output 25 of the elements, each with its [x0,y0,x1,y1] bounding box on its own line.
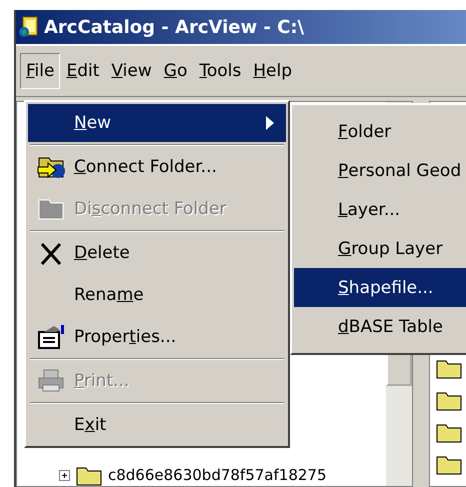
menu-bar-item[interactable]: Help [247,53,298,89]
tree-item[interactable]: c8d66e8630bd78f57af18275 [108,466,326,484]
menu-bar-item[interactable]: View [105,53,158,89]
window-title: ArcCatalog - ArcView - C:\ [44,16,304,38]
menu-bar-item[interactable]: Go [158,53,194,89]
menu-bar-item[interactable]: Tools [193,53,248,89]
menu-item[interactable]: dBASE Table [294,307,466,346]
menu-bar-item[interactable]: File [20,53,60,89]
submenu-arrow-icon [266,116,274,130]
menu-item[interactable]: Delete [28,234,286,272]
menu-item[interactable]: Group Layer [294,229,466,268]
menu-item[interactable]: Exit [28,406,286,444]
menu-item[interactable]: Shapefile... [294,268,466,307]
menu-item[interactable]: Properties... [28,318,286,356]
properties-icon [36,324,66,350]
menu-item[interactable]: Layer... [294,190,466,229]
app-icon [18,15,40,39]
menu-item[interactable]: Rename [28,276,286,314]
expand-icon[interactable] [59,470,70,480]
menu-item[interactable]: Connect Folder... [28,148,286,186]
printer-icon [36,368,66,394]
menu-item[interactable]: Personal Geod [294,151,466,190]
menu-bar-item[interactable]: Edit [60,53,106,89]
menu-item[interactable]: New [28,104,286,142]
menu-item[interactable]: Folder [294,112,466,151]
